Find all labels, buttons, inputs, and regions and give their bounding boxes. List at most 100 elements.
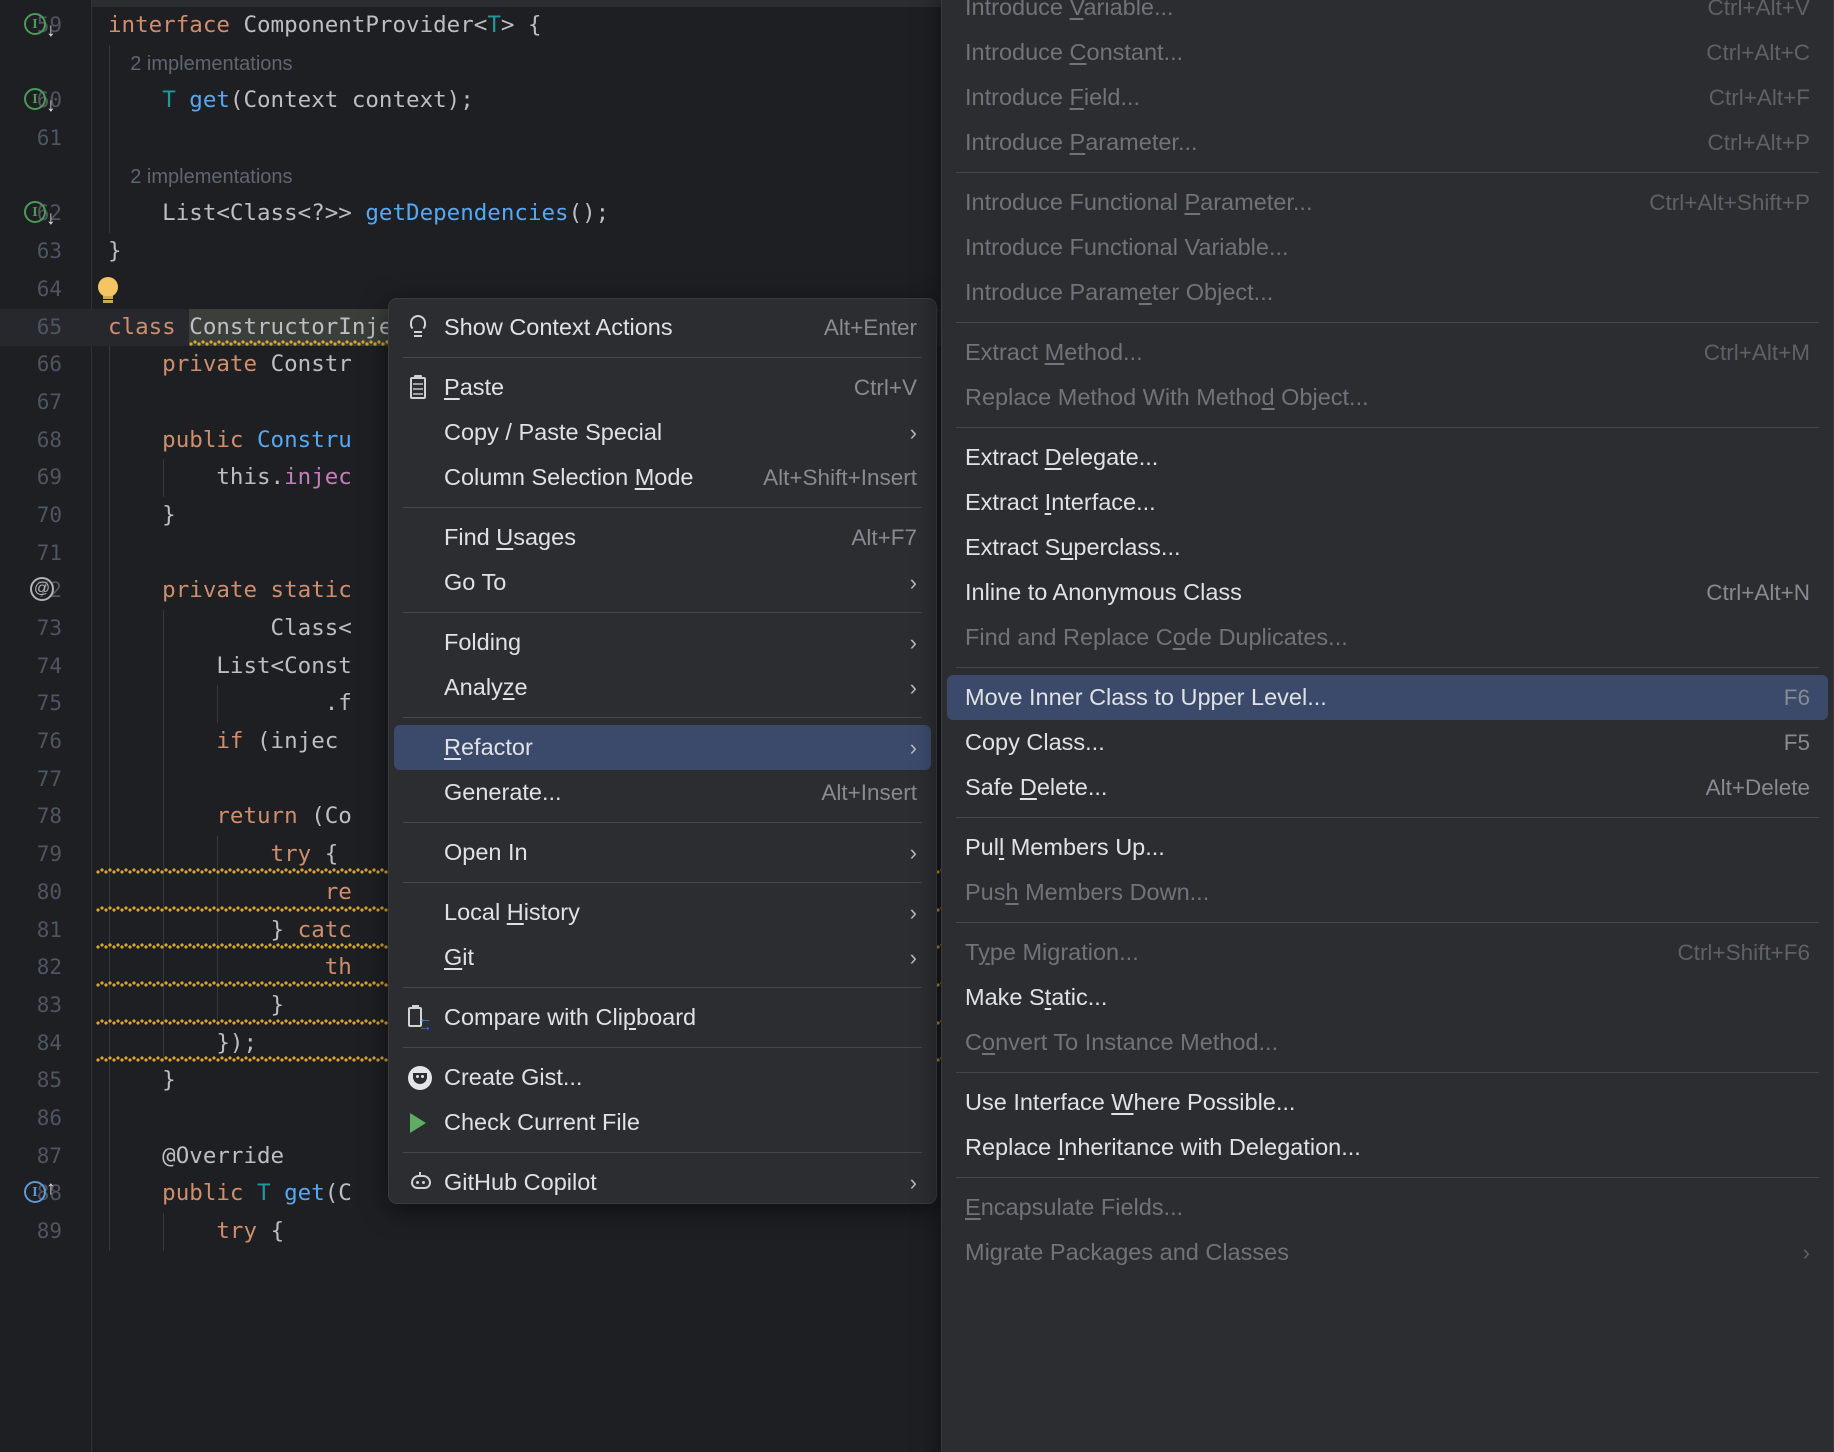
code-line[interactable]: 60 T get(Context context);I↓ xyxy=(0,82,1100,120)
menu-item-folding[interactable]: Folding› xyxy=(394,620,931,665)
code-line[interactable]: 2 implementations xyxy=(0,45,1100,83)
menu-item-encapsulate-fields: Encapsulate Fields... xyxy=(947,1185,1828,1230)
line-number: 63 xyxy=(0,233,62,271)
menu-separator xyxy=(403,1047,922,1048)
menu-item-label: Extract Method... xyxy=(965,339,1682,366)
no-icon xyxy=(408,524,444,552)
menu-item-copy-class[interactable]: Copy Class...F5 xyxy=(947,720,1828,765)
menu-item-git[interactable]: Git› xyxy=(394,935,931,980)
menu-item-generate[interactable]: Generate...Alt+Insert xyxy=(394,770,931,815)
code-line[interactable]: 62 List<Class<?>> getDependencies();I↓ xyxy=(0,195,1100,233)
menu-item-analyze[interactable]: Analyze› xyxy=(394,665,931,710)
chevron-right-icon: › xyxy=(903,630,917,656)
menu-item-label: Copy / Paste Special xyxy=(444,419,885,446)
menu-separator xyxy=(403,822,922,823)
no-icon xyxy=(408,779,444,807)
implementations-gutter-icon[interactable]: I↓ xyxy=(24,13,50,39)
indent-guide xyxy=(109,120,110,158)
menu-item-paste[interactable]: PasteCtrl+V xyxy=(394,365,931,410)
menu-item-label: Extract Delegate... xyxy=(965,444,1810,471)
code-text: @Override xyxy=(108,1138,284,1176)
implementations-gutter-icon[interactable]: I↓ xyxy=(24,88,50,114)
refactor-submenu[interactable]: Introduce Variable...Ctrl+Alt+VIntroduce… xyxy=(941,0,1834,1452)
menu-item-make-static[interactable]: Make Static... xyxy=(947,975,1828,1020)
menu-item-replace-inheritance-with-delegation[interactable]: Replace Inheritance with Delegation... xyxy=(947,1125,1828,1170)
intention-bulb-icon[interactable] xyxy=(96,277,120,305)
line-number: 68 xyxy=(0,422,62,460)
menu-item-show-context-actions[interactable]: Show Context ActionsAlt+Enter xyxy=(394,305,931,350)
menu-item-local-history[interactable]: Local History› xyxy=(394,890,931,935)
menu-item-check-current-file[interactable]: Check Current File xyxy=(394,1100,931,1145)
menu-item-label: Move Inner Class to Upper Level... xyxy=(965,684,1762,711)
menu-item-label: Push Members Down... xyxy=(965,879,1810,906)
menu-item-column-selection-mode[interactable]: Column Selection ModeAlt+Shift+Insert xyxy=(394,455,931,500)
line-number: 64 xyxy=(0,271,62,309)
chevron-right-icon: › xyxy=(903,420,917,446)
code-text: 2 implementations xyxy=(108,45,293,84)
menu-item-move-inner-class-to-upper-level[interactable]: Move Inner Class to Upper Level...F6 xyxy=(947,675,1828,720)
menu-item-shortcut: Alt+Insert xyxy=(821,780,917,806)
line-number: 74 xyxy=(0,648,62,686)
menu-item-copy-paste-special[interactable]: Copy / Paste Special › xyxy=(394,410,931,455)
menu-item-extract-interface[interactable]: Extract Interface... xyxy=(947,480,1828,525)
line-number: 70 xyxy=(0,497,62,535)
menu-item-safe-delete[interactable]: Safe Delete...Alt+Delete xyxy=(947,765,1828,810)
menu-item-go-to[interactable]: Go To› xyxy=(394,560,931,605)
code-line[interactable]: 2 implementations xyxy=(0,158,1100,196)
code-text: List<Const xyxy=(108,648,352,686)
menu-item-shortcut: Alt+Enter xyxy=(824,315,917,341)
no-icon xyxy=(408,674,444,702)
menu-item-github-copilot[interactable]: GitHub Copilot› xyxy=(394,1160,931,1204)
indent-guide xyxy=(163,761,164,799)
menu-item-create-gist[interactable]: Create Gist... xyxy=(394,1055,931,1100)
chevron-right-icon: › xyxy=(1796,1240,1810,1266)
menu-item-inline-to-anonymous-class[interactable]: Inline to Anonymous ClassCtrl+Alt+N xyxy=(947,570,1828,615)
menu-separator xyxy=(403,987,922,988)
menu-item-shortcut: Ctrl+Alt+P xyxy=(1707,130,1810,156)
menu-item-shortcut: Ctrl+Alt+F xyxy=(1709,85,1810,111)
copilot-icon xyxy=(408,1169,444,1197)
menu-item-extract-superclass[interactable]: Extract Superclass... xyxy=(947,525,1828,570)
menu-item-pull-members-up[interactable]: Pull Members Up... xyxy=(947,825,1828,870)
menu-item-refactor[interactable]: Refactor› xyxy=(394,725,931,770)
line-number: 73 xyxy=(0,610,62,648)
menu-item-find-and-replace-code-duplicates: Find and Replace Code Duplicates... xyxy=(947,615,1828,660)
code-text: .f xyxy=(108,685,352,723)
menu-separator xyxy=(403,717,922,718)
menu-item-shortcut: Ctrl+Alt+C xyxy=(1706,40,1810,66)
implementations-gutter-icon[interactable]: I↓ xyxy=(24,201,50,227)
chevron-right-icon: › xyxy=(903,1170,917,1196)
code-line[interactable]: 89 try { xyxy=(0,1213,1100,1251)
overriding-method-gutter-icon[interactable]: I↑ xyxy=(24,1181,50,1207)
menu-item-extract-delegate[interactable]: Extract Delegate... xyxy=(947,435,1828,480)
line-number: 83 xyxy=(0,987,62,1025)
menu-item-convert-to-instance-method: Convert To Instance Method... xyxy=(947,1020,1828,1065)
no-icon xyxy=(408,839,444,867)
line-number: 89 xyxy=(0,1213,62,1251)
code-line[interactable]: 59interface ComponentProvider<T> {I↓ xyxy=(0,7,1100,45)
code-text: 2 implementations xyxy=(108,158,293,197)
menu-item-label: Create Gist... xyxy=(444,1064,917,1091)
menu-item-compare-with-clipboard[interactable]: ←→Compare with Clipboard xyxy=(394,995,931,1040)
menu-item-label: Copy Class... xyxy=(965,729,1762,756)
menu-item-shortcut: Alt+Delete xyxy=(1706,775,1810,801)
menu-item-open-in[interactable]: Open In› xyxy=(394,830,931,875)
code-text: private static xyxy=(108,572,352,610)
menu-item-use-interface-where-possible[interactable]: Use Interface Where Possible... xyxy=(947,1080,1828,1125)
menu-item-type-migration: Type Migration...Ctrl+Shift+F6 xyxy=(947,930,1828,975)
menu-item-label: Replace Inheritance with Delegation... xyxy=(965,1134,1810,1161)
menu-separator xyxy=(403,1152,922,1153)
line-number: 67 xyxy=(0,384,62,422)
menu-separator xyxy=(956,667,1819,668)
editor-context-menu[interactable]: Show Context ActionsAlt+Enter PasteCtrl+V… xyxy=(388,298,937,1204)
chevron-right-icon: › xyxy=(903,570,917,596)
chevron-right-icon: › xyxy=(903,675,917,701)
menu-item-introduce-parameter-object: Introduce Parameter Object... xyxy=(947,270,1828,315)
menu-item-label: Git xyxy=(444,944,885,971)
code-line[interactable]: 63} xyxy=(0,233,1100,271)
chevron-right-icon: › xyxy=(903,900,917,926)
menu-item-find-usages[interactable]: Find UsagesAlt+F7 xyxy=(394,515,931,560)
menu-item-label: Find Usages xyxy=(444,524,829,551)
code-line[interactable]: 61 xyxy=(0,120,1100,158)
menu-item-introduce-functional-variable: Introduce Functional Variable... xyxy=(947,225,1828,270)
